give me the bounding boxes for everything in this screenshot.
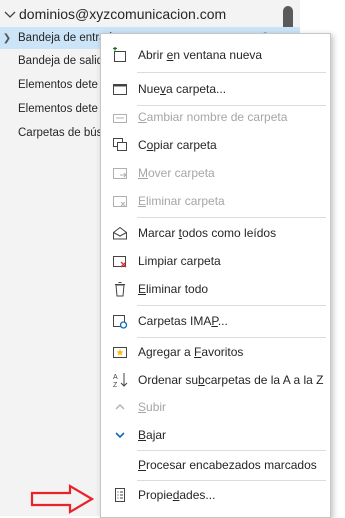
rename-folder-icon [113, 114, 127, 123]
menu-item-label: Eliminar carpeta [138, 194, 225, 208]
menu-item-label: Procesar encabezados marcados [138, 458, 317, 472]
menu-item-move-folder[interactable]: Mover carpeta [101, 160, 330, 186]
menu-item-label: Nueva carpeta... [138, 82, 227, 96]
folder-label: Elementos dete [18, 103, 98, 115]
menu-separator [137, 337, 326, 338]
folder-label: Elementos dete [18, 79, 98, 91]
menu-item-copy-folder[interactable]: Copiar carpeta [101, 132, 330, 158]
sort-az-icon: A Z [113, 373, 128, 388]
menu-item-label: Abrir en ventana nueva [138, 48, 263, 62]
menu-item-delete-all[interactable]: Eliminar todo [101, 276, 330, 302]
menu-item-process-headers[interactable]: Procesar encabezados marcados [101, 452, 330, 478]
chevron-up-icon [115, 404, 125, 410]
menu-item-add-to-favorites[interactable]: Agregar a Favoritos [101, 339, 330, 365]
menu-item-clean-folder[interactable]: Limpiar carpeta [101, 248, 330, 274]
menu-item-label: Propiedades... [138, 488, 216, 502]
menu-item-label: Subir [138, 400, 167, 414]
svg-text:Z: Z [113, 382, 118, 388]
menu-item-delete-folder[interactable]: Eliminar carpeta [101, 188, 330, 214]
menu-item-imap-folders[interactable]: Carpetas IMAP... [101, 308, 330, 334]
clean-folder-icon [113, 256, 127, 268]
menu-separator [137, 480, 326, 481]
favorite-icon [113, 347, 127, 358]
copy-folder-icon [113, 138, 127, 151]
menu-item-move-down[interactable]: Bajar [101, 422, 330, 448]
menu-item-label: Carpetas IMAP... [138, 314, 228, 328]
menu-item-open-new-window[interactable]: Abrir en ventana nueva [101, 42, 330, 68]
imap-folders-icon [113, 315, 128, 329]
chevron-right-icon[interactable]: ❯ [0, 33, 14, 44]
menu-item-sort-subfolders[interactable]: A Z Ordenar subcarpetas de la A a la Z [101, 367, 330, 393]
menu-item-new-folder[interactable]: Nueva carpeta... [101, 76, 330, 102]
delete-all-icon [115, 282, 125, 297]
menu-separator [137, 72, 326, 73]
menu-item-label: Agregar a Favoritos [138, 345, 244, 359]
chevron-down-icon[interactable] [2, 6, 18, 22]
svg-text:A: A [113, 374, 118, 381]
move-folder-icon [113, 168, 127, 179]
menu-item-mark-all-read[interactable]: Marcar todos como leídos [101, 220, 330, 246]
delete-folder-icon [113, 196, 127, 207]
menu-item-label: Eliminar todo [138, 282, 209, 296]
menu-item-label: Bajar [138, 428, 167, 442]
account-header[interactable]: dominios@xyzcomunicacion.com [2, 4, 226, 24]
menu-item-label: Cambiar nombre de carpeta [138, 110, 288, 124]
mark-read-icon [113, 226, 127, 240]
menu-item-move-up[interactable]: Subir [101, 394, 330, 420]
menu-item-label: Copiar carpeta [138, 138, 217, 152]
account-name: dominios@xyzcomunicacion.com [19, 6, 227, 22]
menu-item-label: Limpiar carpeta [138, 254, 221, 268]
properties-icon [115, 488, 125, 502]
folder-label: Bandeja de salid [18, 55, 104, 67]
open-new-window-icon [113, 47, 126, 62]
new-folder-icon [113, 84, 127, 95]
menu-separator [137, 450, 326, 451]
menu-separator [137, 217, 326, 218]
menu-item-rename-folder[interactable]: Cambiar nombre de carpeta [101, 104, 330, 130]
menu-separator [137, 305, 326, 306]
annotation-arrow-icon [30, 484, 94, 514]
menu-item-properties[interactable]: Propiedades... [101, 482, 330, 508]
menu-item-label: Marcar todos como leídos [138, 226, 277, 240]
chevron-down-icon [115, 432, 125, 439]
menu-item-label: Ordenar subcarpetas de la A a la Z [138, 373, 324, 387]
context-menu: Abrir en ventana nueva Nueva carpeta... … [100, 33, 331, 518]
menu-item-label: Mover carpeta [138, 166, 215, 180]
folder-label: Carpetas de bús [18, 127, 103, 139]
